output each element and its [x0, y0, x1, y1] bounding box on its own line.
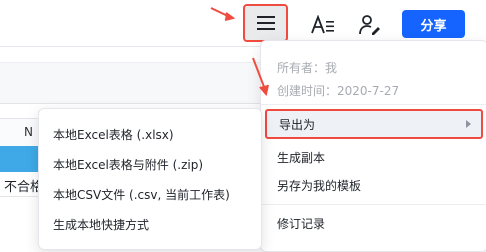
created-time-info: 创建时间：2020-7-27 — [277, 84, 400, 98]
chevron-right-icon — [466, 120, 471, 128]
menu-item-label: 导出为 — [279, 117, 316, 132]
menu-item-make-copy[interactable]: 生成副本 — [261, 143, 486, 171]
font-format-icon — [311, 15, 334, 34]
text-format-button[interactable] — [308, 10, 338, 40]
menu-item-label: 另存为我的模板 — [277, 178, 362, 193]
export-zip-item[interactable]: 本地Excel表格与附件 (.zip) — [39, 149, 261, 179]
user-permission-icon — [359, 15, 380, 35]
menu-item-label: 生成副本 — [277, 150, 326, 165]
hamburger-menu-icon — [256, 16, 275, 30]
share-button[interactable]: 分享 — [402, 10, 465, 38]
menu-divider — [261, 104, 486, 105]
export-xlsx-item[interactable]: 本地Excel表格 (.xlsx) — [39, 119, 261, 149]
export-submenu: 本地Excel表格 (.xlsx) 本地Excel表格与附件 (.zip) 本地… — [38, 108, 262, 250]
menu-item-export[interactable]: 导出为 — [265, 109, 483, 139]
export-csv-item[interactable]: 本地CSV文件 (.csv, 当前工作表) — [39, 179, 261, 209]
menu-item-save-as-template[interactable]: 另存为我的模板 — [261, 171, 486, 199]
more-menu-button[interactable] — [243, 4, 288, 42]
export-shortcut-item[interactable]: 生成本地快捷方式 — [39, 209, 261, 239]
menu-item-revision-history[interactable]: 修订记录 — [261, 209, 486, 237]
menu-item-label: 修订记录 — [277, 216, 326, 231]
menu-divider — [261, 204, 486, 205]
column-header-n: N — [24, 125, 33, 139]
more-dropdown-menu: 所有者：我 创建时间：2020-7-27 导出为 生成副本 另存为我的模板 修订… — [260, 40, 486, 252]
permission-settings-button[interactable] — [355, 10, 385, 40]
owner-info: 所有者：我 — [277, 61, 338, 75]
